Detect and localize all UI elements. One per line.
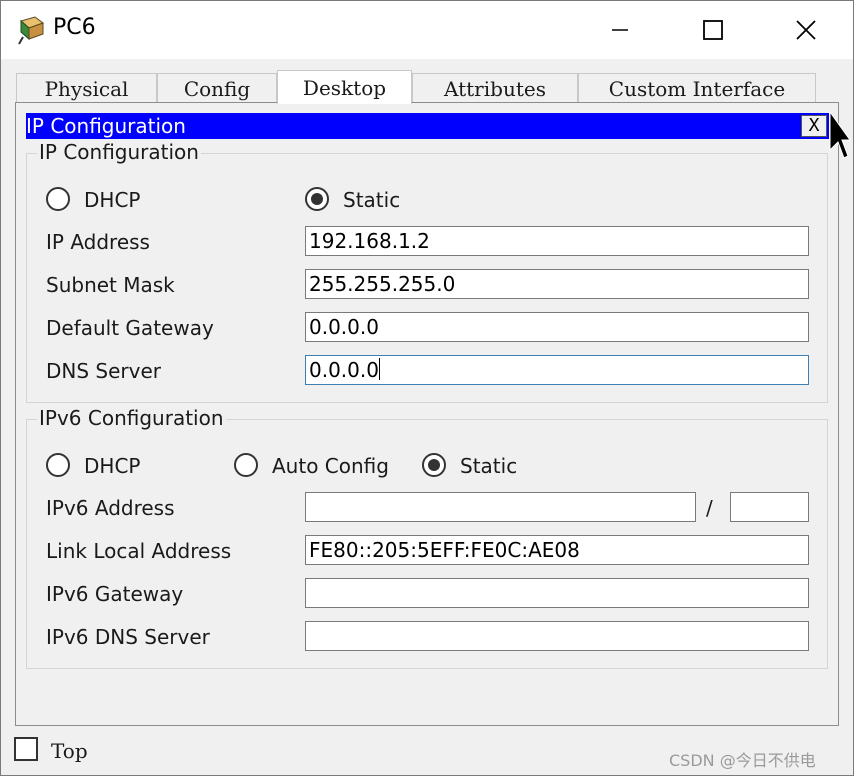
ipv6-static-label: Static xyxy=(460,454,518,478)
ipv6-gateway-field[interactable] xyxy=(305,578,809,608)
ip-address-field[interactable]: 192.168.1.2 xyxy=(305,226,809,256)
text-caret xyxy=(378,358,380,380)
ipv6-static-radio[interactable] xyxy=(422,453,446,477)
watermark: CSDN @今日不供电 xyxy=(669,751,816,770)
ipv6-group-title: IPv6 Configuration xyxy=(37,406,226,430)
ipv6-dns-server-field[interactable] xyxy=(305,621,809,651)
title-bar: PC6 xyxy=(1,1,853,59)
ipv6-prefix-length-field[interactable] xyxy=(730,492,809,522)
top-checkbox[interactable] xyxy=(14,737,38,761)
dns-server-field[interactable]: 0.0.0.0 xyxy=(305,355,809,385)
top-checkbox-label: Top xyxy=(51,739,88,763)
ipv4-group-title: IP Configuration xyxy=(37,140,201,164)
tab-desktop-label: Desktop xyxy=(302,75,387,100)
ipv4-config-group: IP Configuration DHCP Static IP Address … xyxy=(26,140,828,403)
subnet-mask-field[interactable]: 255.255.255.0 xyxy=(305,269,809,299)
tab-custom-interface-label: Custom Interface xyxy=(608,76,786,101)
ip-address-label: IP Address xyxy=(46,230,150,254)
dns-server-value: 0.0.0.0 xyxy=(309,358,379,382)
subnet-mask-label: Subnet Mask xyxy=(46,273,175,297)
ip-config-close-button[interactable]: X xyxy=(801,115,827,137)
mouse-cursor-icon xyxy=(829,110,851,159)
ipv6-address-label: IPv6 Address xyxy=(46,496,175,520)
tab-attributes[interactable]: Attributes xyxy=(412,73,578,103)
dns-server-label: DNS Server xyxy=(46,359,161,383)
ip-config-titlebar: IP Configuration X xyxy=(26,113,829,139)
tab-physical-label: Physical xyxy=(44,76,129,101)
close-icon xyxy=(796,20,816,40)
radio-selected-dot xyxy=(428,459,440,471)
ipv4-dhcp-radio[interactable] xyxy=(46,187,70,211)
ipv6-address-field[interactable] xyxy=(305,492,696,522)
pc6-window: PC6 Physical Config Desktop Attributes C… xyxy=(0,0,854,776)
ipv6-gateway-label: IPv6 Gateway xyxy=(46,582,184,606)
tab-desktop[interactable]: Desktop xyxy=(277,70,412,104)
ipv4-static-label: Static xyxy=(343,188,401,212)
ipv4-dhcp-label: DHCP xyxy=(84,188,141,212)
minimize-icon xyxy=(612,29,628,31)
ip-config-panel-title: IP Configuration xyxy=(26,114,186,138)
prefix-separator: / xyxy=(706,496,713,520)
ipv6-dhcp-label: DHCP xyxy=(84,454,141,478)
maximize-button[interactable] xyxy=(668,1,758,59)
ipv6-dhcp-radio[interactable] xyxy=(46,453,70,477)
link-local-address-label: Link Local Address xyxy=(46,539,232,563)
ipv6-auto-config-radio[interactable] xyxy=(234,453,258,477)
link-local-address-field[interactable]: FE80::205:5EFF:FE0C:AE08 xyxy=(305,535,809,565)
close-window-button[interactable] xyxy=(761,1,851,59)
radio-selected-dot xyxy=(311,193,323,205)
pc-app-icon xyxy=(18,16,45,45)
tab-attributes-label: Attributes xyxy=(444,76,546,101)
desktop-content: IP Configuration X IP Configuration DHCP… xyxy=(15,102,839,726)
ipv4-static-radio[interactable] xyxy=(305,187,329,211)
tab-custom-interface[interactable]: Custom Interface xyxy=(578,73,816,103)
maximize-icon xyxy=(703,20,723,40)
tab-config[interactable]: Config xyxy=(157,73,277,103)
window-title: PC6 xyxy=(53,15,96,40)
minimize-button[interactable] xyxy=(575,1,665,59)
default-gateway-label: Default Gateway xyxy=(46,316,214,340)
default-gateway-field[interactable]: 0.0.0.0 xyxy=(305,312,809,342)
tab-physical[interactable]: Physical xyxy=(16,73,157,103)
ipv6-config-group: IPv6 Configuration DHCP Auto Config Stat… xyxy=(26,406,828,669)
tab-config-label: Config xyxy=(183,76,251,101)
ipv6-auto-config-label: Auto Config xyxy=(272,454,389,478)
ipv6-dns-server-label: IPv6 DNS Server xyxy=(46,625,210,649)
